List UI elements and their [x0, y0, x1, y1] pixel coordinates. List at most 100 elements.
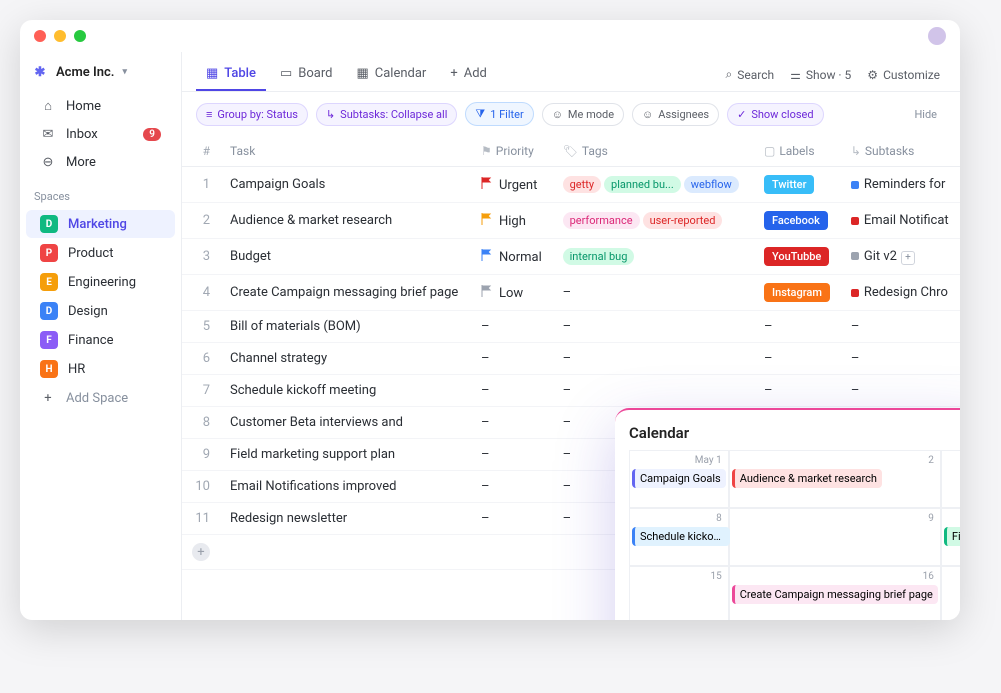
col-task[interactable]: Task — [220, 136, 471, 167]
calendar-cell[interactable]: 8Schedule kickoff meeting — [629, 508, 729, 566]
maximize-icon[interactable] — [74, 30, 86, 42]
sidebar-item-product[interactable]: PProduct — [26, 239, 175, 267]
tag-chip[interactable]: performance — [563, 212, 640, 229]
tab-calendar[interactable]: ▦Calendar — [346, 58, 436, 91]
tag-chip[interactable]: user-reported — [643, 212, 723, 229]
sidebar-item-hr[interactable]: HHR — [26, 355, 175, 383]
tab-board[interactable]: ▭Board — [270, 58, 343, 91]
col-num[interactable]: # — [182, 136, 220, 167]
task-name[interactable]: Audience & market research — [220, 203, 471, 239]
me-mode-pill[interactable]: ☺Me mode — [542, 103, 624, 126]
nav-inbox[interactable]: ✉ Inbox 9 — [26, 120, 175, 148]
label-chip[interactable]: YouTubbe — [764, 247, 829, 266]
subtasks-pill[interactable]: ↳Subtasks: Collapse all — [316, 103, 457, 126]
priority-cell[interactable]: – — [471, 503, 553, 535]
priority-cell[interactable]: – — [471, 471, 553, 503]
label-chip[interactable]: Instagram — [764, 283, 830, 302]
tags-cell[interactable]: – — [553, 343, 754, 375]
labels-cell[interactable]: Instagram — [754, 275, 841, 311]
task-name[interactable]: Budget — [220, 239, 471, 275]
tags-cell[interactable]: internal bug — [553, 239, 754, 275]
priority-cell[interactable]: – — [471, 343, 553, 375]
tags-cell[interactable]: – — [553, 375, 754, 407]
calendar-cell[interactable]: 3 — [941, 450, 960, 508]
table-row[interactable]: 1 Campaign Goals Urgent gettyplanned bu.… — [182, 167, 960, 203]
label-chip[interactable]: Twitter — [764, 175, 815, 194]
subtasks-cell[interactable]: Git v2+ — [841, 239, 960, 275]
hide-button[interactable]: Hide — [905, 104, 946, 125]
task-name[interactable]: Campaign Goals — [220, 167, 471, 203]
filter-pill[interactable]: ⧩1 Filter — [465, 102, 533, 126]
minimize-icon[interactable] — [54, 30, 66, 42]
task-name[interactable]: Schedule kickoff meeting — [220, 375, 471, 407]
col-labels[interactable]: ▢Labels — [754, 136, 841, 167]
table-row[interactable]: 5 Bill of materials (BOM) – – – – — [182, 311, 960, 343]
table-row[interactable]: 3 Budget Normal internal bug YouTubbe Gi… — [182, 239, 960, 275]
calendar-event[interactable]: Campaign Goals — [632, 469, 726, 488]
group-by-pill[interactable]: ≡Group by: Status — [196, 103, 308, 126]
calendar-cell[interactable]: May 1Campaign Goals — [629, 450, 729, 508]
subtasks-cell[interactable]: Reminders for — [841, 167, 960, 203]
sidebar-item-marketing[interactable]: DMarketing — [26, 210, 175, 238]
assignees-pill[interactable]: ☺Assignees — [632, 103, 719, 126]
tags-cell[interactable]: – — [553, 311, 754, 343]
subtasks-cell[interactable]: – — [841, 375, 960, 407]
show-closed-pill[interactable]: ✓Show closed — [727, 103, 824, 126]
table-row[interactable]: 2 Audience & market research High perfor… — [182, 203, 960, 239]
calendar-event[interactable]: Schedule kickoff meeting — [632, 527, 730, 546]
priority-cell[interactable]: – — [471, 375, 553, 407]
table-row[interactable]: 6 Channel strategy – – – – — [182, 343, 960, 375]
task-name[interactable]: Customer Beta interviews and — [220, 407, 471, 439]
priority-cell[interactable]: Low — [471, 275, 553, 311]
subtasks-cell[interactable]: – — [841, 343, 960, 375]
priority-cell[interactable]: – — [471, 407, 553, 439]
labels-cell[interactable]: – — [754, 311, 841, 343]
task-name[interactable]: Create Campaign messaging brief page — [220, 275, 471, 311]
col-priority[interactable]: ⚑Priority — [471, 136, 553, 167]
col-subtasks[interactable]: ↳Subtasks — [841, 136, 960, 167]
labels-cell[interactable]: Facebook — [754, 203, 841, 239]
subtasks-cell[interactable]: Email Notificat — [841, 203, 960, 239]
labels-cell[interactable]: YouTubbe — [754, 239, 841, 275]
tag-chip[interactable]: webflow — [684, 176, 739, 193]
task-name[interactable]: Field marketing support plan — [220, 439, 471, 471]
task-name[interactable]: Bill of materials (BOM) — [220, 311, 471, 343]
calendar-cell[interactable]: 9 — [729, 508, 941, 566]
label-chip[interactable]: Facebook — [764, 211, 828, 230]
table-row[interactable]: 7 Schedule kickoff meeting – – – – — [182, 375, 960, 407]
nav-home[interactable]: ⌂ Home — [26, 92, 175, 120]
calendar-cell[interactable]: 10Field marketing support — [941, 508, 960, 566]
avatar[interactable] — [928, 27, 946, 45]
subtasks-cell[interactable]: Redesign Chro — [841, 275, 960, 311]
subtasks-cell[interactable]: – — [841, 311, 960, 343]
table-row[interactable]: 4 Create Campaign messaging brief page L… — [182, 275, 960, 311]
tags-cell[interactable]: performanceuser-reported — [553, 203, 754, 239]
customize-button[interactable]: ⚙Customize — [861, 64, 946, 86]
tag-chip[interactable]: getty — [563, 176, 601, 193]
labels-cell[interactable]: Twitter — [754, 167, 841, 203]
sidebar-item-design[interactable]: DDesign — [26, 297, 175, 325]
calendar-event[interactable]: Create Campaign messaging brief page — [732, 585, 938, 604]
tag-chip[interactable]: planned bu... — [604, 176, 681, 193]
calendar-event[interactable]: Audience & market research — [732, 469, 882, 488]
task-name[interactable]: Email Notifications improved — [220, 471, 471, 503]
priority-cell[interactable]: – — [471, 439, 553, 471]
labels-cell[interactable]: – — [754, 343, 841, 375]
calendar-cell[interactable]: 15 — [629, 566, 729, 620]
nav-more[interactable]: ⊖ More — [26, 148, 175, 176]
search-button[interactable]: ⌕Search — [719, 63, 780, 86]
calendar-cell[interactable]: 2Audience & market research — [729, 450, 941, 508]
close-icon[interactable] — [34, 30, 46, 42]
tab-add[interactable]: +Add — [440, 58, 497, 91]
task-name[interactable]: Redesign newsletter — [220, 503, 471, 535]
calendar-event[interactable]: Field marketing support — [944, 527, 960, 546]
tag-chip[interactable]: internal bug — [563, 248, 635, 265]
col-tags[interactable]: 🏷Tags — [553, 136, 754, 167]
task-name[interactable]: Channel strategy — [220, 343, 471, 375]
sidebar-item-finance[interactable]: FFinance — [26, 326, 175, 354]
calendar-cell[interactable]: 17 — [941, 566, 960, 620]
priority-cell[interactable]: Urgent — [471, 167, 553, 203]
show-button[interactable]: ⚌Show · 5 — [784, 64, 857, 86]
workspace-switcher[interactable]: ✱ Acme Inc. ▾ — [20, 58, 181, 92]
tags-cell[interactable]: gettyplanned bu...webflow — [553, 167, 754, 203]
